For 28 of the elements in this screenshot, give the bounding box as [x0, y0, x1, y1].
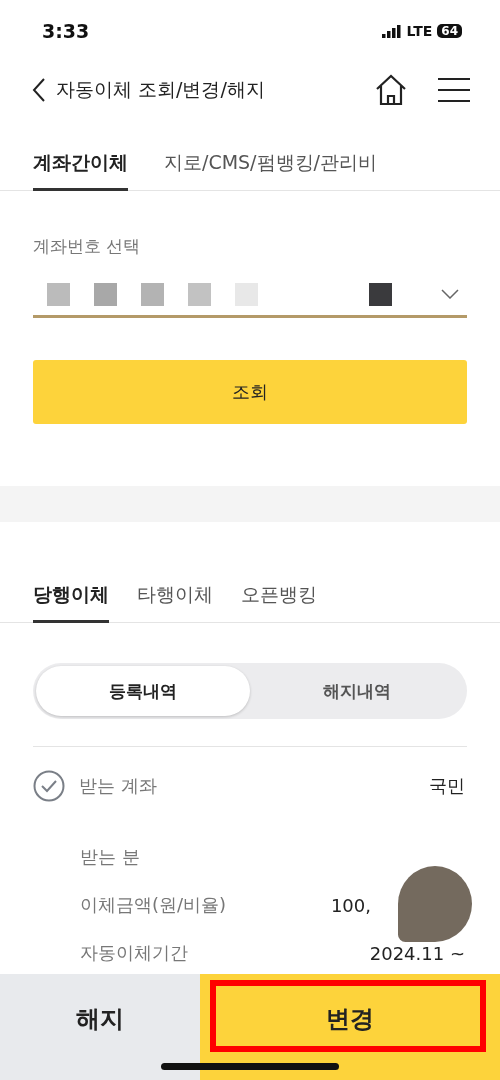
field-label: 계좌번호 선택	[33, 235, 142, 258]
tab[interactable]: 타행이체	[137, 574, 213, 623]
row-value: 2024.11 ~	[369, 942, 465, 964]
tab[interactable]: 당행이체	[33, 574, 109, 623]
menu-icon[interactable]	[438, 77, 470, 103]
status-time: 3:33	[42, 20, 90, 42]
network-label: LTE	[406, 23, 433, 39]
row-label: 받는 분	[80, 845, 140, 869]
row-label: 이체금액(원/비율)	[80, 893, 227, 917]
home-icon[interactable]	[374, 74, 408, 106]
check-circle-icon[interactable]	[33, 770, 65, 802]
row-label: 자동이체기간	[80, 941, 188, 965]
battery-level: 64	[437, 24, 462, 38]
segment[interactable]: 등록내역	[36, 666, 250, 716]
tab[interactable]: 오픈뱅킹	[241, 574, 317, 623]
action-button[interactable]: 변경	[200, 974, 500, 1080]
search-button[interactable]: 조회	[33, 360, 467, 424]
segment[interactable]: 해지내역	[250, 666, 464, 716]
page-title: 자동이체 조회/변경/해지	[56, 77, 266, 102]
row-value: 100,	[330, 894, 371, 916]
action-button[interactable]: 해지	[0, 974, 200, 1080]
bank-name: 국민	[429, 774, 465, 798]
tab[interactable]: 계좌간이체	[33, 142, 128, 191]
signal-icon	[381, 24, 402, 38]
chevron-down-icon	[441, 288, 459, 299]
tab[interactable]: 지로/CMS/펌뱅킹/관리비	[164, 142, 377, 191]
back-icon[interactable]	[32, 77, 46, 103]
row-label: 받는 계좌	[79, 774, 157, 798]
